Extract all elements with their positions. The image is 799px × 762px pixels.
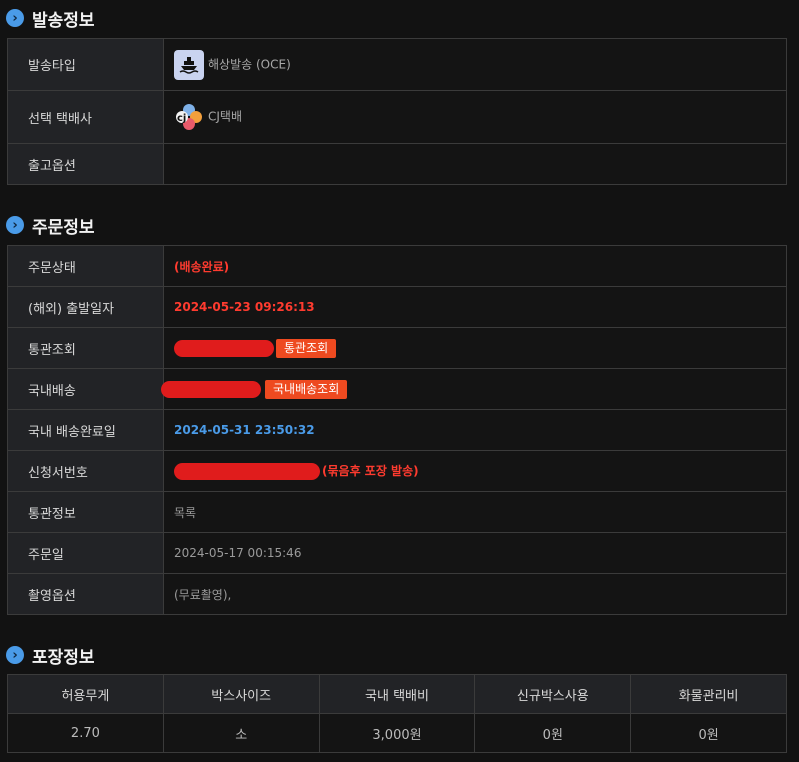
header-domestic-fee: 국내 택배비 xyxy=(318,674,476,714)
domestic-shipping-cell: 국내배송조회 xyxy=(161,368,787,410)
shipping-info-table: 발송타입 해상발송 (OCE) 선택 택배사 cj CJ택배 출고옵션 xyxy=(7,38,787,185)
departure-date-value: 2024-05-23 09:26:13 xyxy=(174,299,315,314)
courier-cell: cj CJ택배 xyxy=(163,90,787,144)
value-domestic-fee: 3,000원 xyxy=(318,713,476,753)
customs-info-label: 통관정보 xyxy=(7,491,164,533)
ship-icon xyxy=(174,49,204,80)
svg-text:cj: cj xyxy=(177,113,186,124)
shipping-type-cell: 해상발송 (OCE) xyxy=(163,38,787,91)
shipping-type-value: 해상발송 (OCE) xyxy=(208,57,291,71)
value-allowed-weight: 2.70 xyxy=(7,713,164,753)
shipping-section-title: › 발송정보 xyxy=(6,5,95,31)
customs-lookup-label: 통관조회 xyxy=(7,327,164,369)
order-date-label: 주문일 xyxy=(7,532,164,574)
application-number-label: 신청서번호 xyxy=(7,450,164,492)
packing-section-title: › 포장정보 xyxy=(6,642,95,668)
customs-info-value: 목록 xyxy=(174,505,197,520)
packing-header-row: 허용무게 박스사이즈 국내 택배비 신규박스사용 화물관리비 xyxy=(7,674,787,714)
order-status-cell: (배송완료) xyxy=(163,245,787,287)
customs-info-cell: 목록 xyxy=(163,491,787,533)
shipping-type-label: 발송타입 xyxy=(7,38,164,91)
domestic-done-value: 2024-05-31 23:50:32 xyxy=(174,422,315,437)
header-new-box: 신규박스사용 xyxy=(474,674,632,714)
departure-date-cell: 2024-05-23 09:26:13 xyxy=(163,286,787,328)
order-status-label: 주문상태 xyxy=(7,245,164,287)
domestic-done-cell: 2024-05-31 23:50:32 xyxy=(163,409,787,451)
redacted-tracking-number xyxy=(174,339,274,357)
customs-lookup-cell: 통관조회 xyxy=(163,327,787,369)
photo-option-cell: (무료촬영), xyxy=(163,573,787,615)
order-date-value: 2024-05-17 00:15:46 xyxy=(174,545,302,560)
header-allowed-weight: 허용무게 xyxy=(7,674,164,714)
value-new-box: 0원 xyxy=(474,713,632,753)
order-status-value: (배송완료) xyxy=(174,259,230,274)
packing-title-text: 포장정보 xyxy=(32,647,95,668)
packing-info-table: 허용무게 박스사이즈 국내 택배비 신규박스사용 화물관리비 2.70 소 3,… xyxy=(7,674,787,753)
photo-option-value: (무료촬영), xyxy=(174,587,232,602)
departure-date-label: (해외) 출발일자 xyxy=(7,286,164,328)
cj-logo-icon: cj xyxy=(174,102,204,132)
chevron-right-icon: › xyxy=(6,216,24,234)
photo-option-label: 촬영옵션 xyxy=(7,573,164,615)
header-cargo-fee: 화물관리비 xyxy=(630,674,787,714)
order-section-title: › 주문정보 xyxy=(6,212,95,238)
shipping-title-text: 발송정보 xyxy=(32,10,95,31)
value-cargo-fee: 0원 xyxy=(630,713,787,753)
domestic-lookup-button[interactable]: 국내배송조회 xyxy=(265,379,348,399)
release-option-label: 출고옵션 xyxy=(7,143,164,185)
order-info-table: 주문상태 (배송완료) (해외) 출발일자 2024-05-23 09:26:1… xyxy=(7,245,787,615)
chevron-right-icon: › xyxy=(6,9,24,27)
chevron-right-icon: › xyxy=(6,646,24,664)
courier-value: CJ택배 xyxy=(208,109,242,124)
application-number-cell: (묶음후 포장 발송) xyxy=(163,450,787,492)
value-box-size: 소 xyxy=(162,713,320,753)
courier-label: 선택 택배사 xyxy=(7,90,164,144)
order-title-text: 주문정보 xyxy=(32,217,95,238)
application-note: (묶음후 포장 발송) xyxy=(322,464,419,478)
packing-value-row: 2.70 소 3,000원 0원 0원 xyxy=(7,713,787,753)
domestic-done-label: 국내 배송완료일 xyxy=(7,409,164,451)
customs-lookup-button[interactable]: 통관조회 xyxy=(276,338,337,358)
domestic-shipping-label: 국내배송 xyxy=(7,368,164,410)
order-date-cell: 2024-05-17 00:15:46 xyxy=(163,532,787,574)
release-option-value xyxy=(163,143,787,185)
redacted-domestic-tracking xyxy=(161,380,261,398)
header-box-size: 박스사이즈 xyxy=(162,674,320,714)
redacted-application-number xyxy=(174,463,320,480)
